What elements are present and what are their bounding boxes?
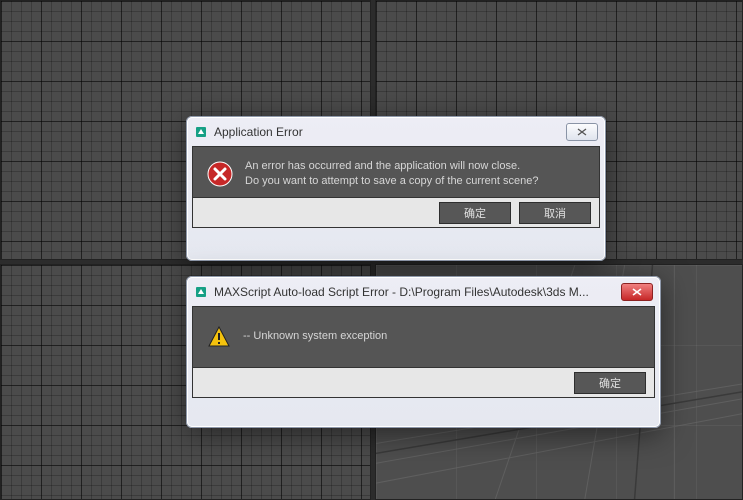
maxscript-error-title: MAXScript Auto-load Script Error - D:\Pr… <box>214 285 615 299</box>
application-error-title: Application Error <box>214 125 560 139</box>
maxscript-error-titlebar[interactable]: MAXScript Auto-load Script Error - D:\Pr… <box>192 282 655 306</box>
error-icon <box>207 161 233 187</box>
maxscript-error-dialog: MAXScript Auto-load Script Error - D:\Pr… <box>186 276 661 428</box>
application-error-dialog: Application Error An error has occurred … <box>186 116 606 261</box>
ok-button[interactable]: 确定 <box>439 202 511 224</box>
application-error-body: An error has occurred and the applicatio… <box>192 146 600 228</box>
application-error-footer: 确定 取消 <box>193 197 599 227</box>
close-button[interactable] <box>566 123 598 141</box>
maxscript-error-message: -- Unknown system exception <box>243 329 387 344</box>
app-icon <box>194 125 208 139</box>
app-icon <box>194 285 208 299</box>
maxscript-error-body: -- Unknown system exception 确定 <box>192 306 655 398</box>
application-error-titlebar[interactable]: Application Error <box>192 122 600 146</box>
cancel-button[interactable]: 取消 <box>519 202 591 224</box>
close-button[interactable] <box>621 283 653 301</box>
maxscript-error-footer: 确定 <box>193 367 654 397</box>
ok-button[interactable]: 确定 <box>574 372 646 394</box>
warning-icon <box>207 325 231 349</box>
application-error-message: An error has occurred and the applicatio… <box>245 159 539 190</box>
